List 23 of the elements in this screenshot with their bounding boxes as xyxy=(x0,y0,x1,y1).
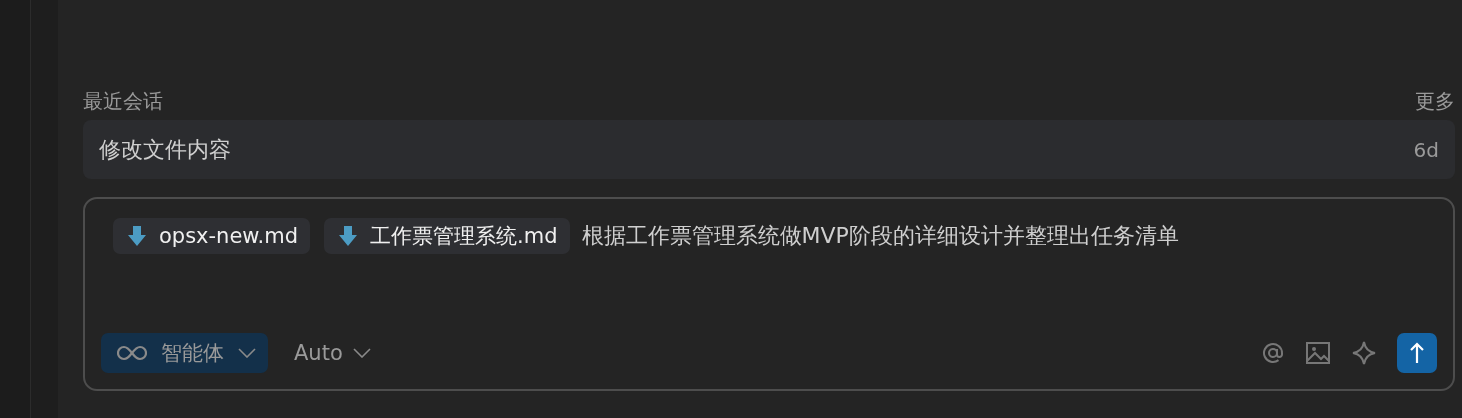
prompt-text: 根据工作票管理系统做MVP阶段的详细设计并整理出任务清单 xyxy=(581,222,1179,250)
more-link[interactable]: 更多 xyxy=(1415,87,1455,115)
arrow-up-icon xyxy=(1409,342,1425,364)
arrow-down-icon xyxy=(338,225,359,247)
mode-dropdown[interactable]: 智能体 xyxy=(101,333,268,373)
file-name: 工作票管理系统.md xyxy=(370,223,558,250)
file-name: opsx-new.md xyxy=(159,224,299,248)
session-age: 6d xyxy=(1413,137,1439,162)
model-dropdown[interactable]: Auto xyxy=(288,340,377,366)
section-title: 最近会话 xyxy=(83,87,163,115)
chevron-down-icon xyxy=(352,348,371,358)
file-chip[interactable]: 工作票管理系统.md xyxy=(324,218,570,254)
input-field[interactable]: opsx-new.md 工作票管理系统.md 根据工作票管理系统做MVP阶段的详细设计并整理出任务清单 智能体 Auto xyxy=(83,197,1455,391)
chevron-down-icon xyxy=(238,348,256,358)
session-title: 修改文件内容 xyxy=(99,135,231,164)
sparkle-icon[interactable] xyxy=(1351,340,1377,366)
arrow-down-icon xyxy=(127,225,147,247)
send-button[interactable] xyxy=(1397,333,1437,373)
infinity-icon xyxy=(117,345,147,361)
image-icon[interactable] xyxy=(1305,341,1331,365)
recent-session-item[interactable]: 修改文件内容 6d xyxy=(83,120,1455,179)
mention-icon[interactable] xyxy=(1261,341,1285,365)
file-chip[interactable]: opsx-new.md xyxy=(113,218,311,254)
